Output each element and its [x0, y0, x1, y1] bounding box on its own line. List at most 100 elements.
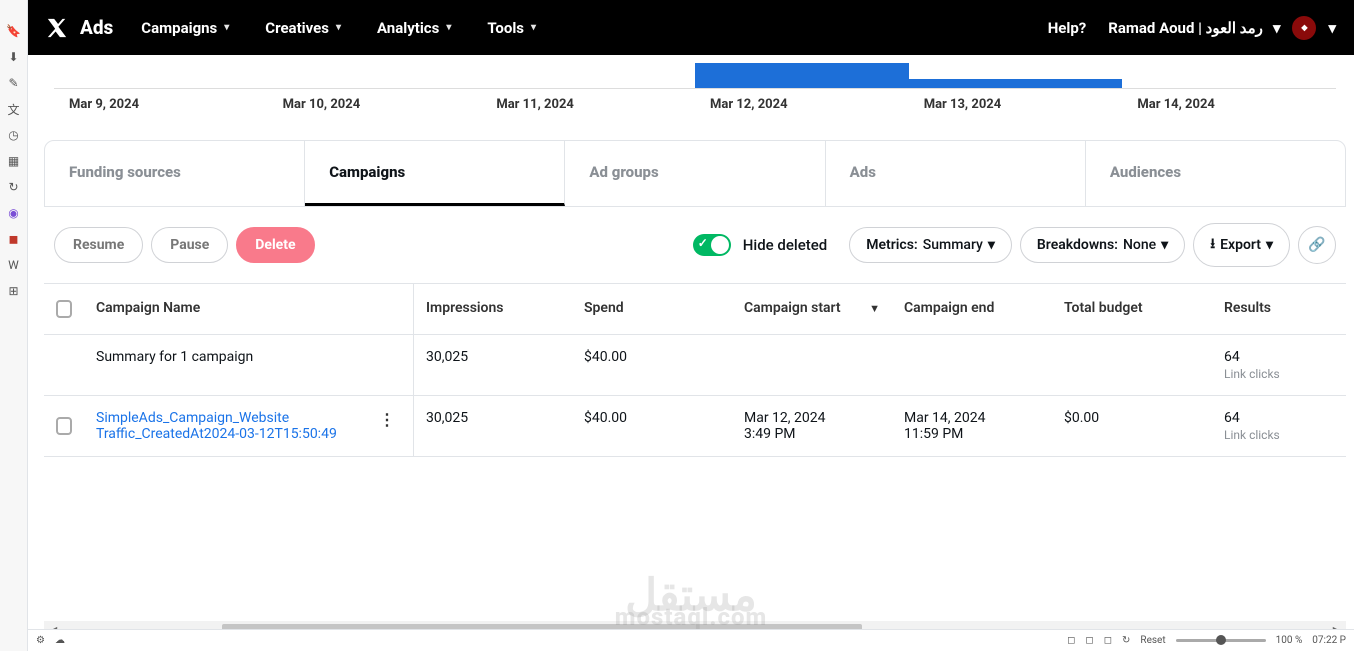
tab-ad-groups[interactable]: Ad groups [565, 141, 825, 206]
chevron-down-icon: ▾ [446, 22, 451, 33]
zoom-slider[interactable] [1176, 639, 1266, 642]
brand[interactable]: Ads [80, 16, 113, 39]
metrics-dropdown[interactable]: Metrics: Summary ▾ [849, 227, 1012, 263]
hide-deleted-toggle[interactable] [693, 234, 731, 256]
timeline-chart: Mar 9, 2024Mar 10, 2024Mar 11, 2024Mar 1… [44, 55, 1346, 112]
zoom-value: 100 % [1276, 635, 1303, 646]
row-impressions: 30,025 [414, 396, 572, 456]
chevron-down-icon: ▾ [988, 237, 995, 253]
avatar[interactable]: ◆ [1290, 14, 1318, 42]
clock-icon[interactable]: ◷ [7, 128, 21, 142]
reset-label[interactable]: Reset [1140, 635, 1165, 646]
download-icon: ⭳ [1210, 233, 1215, 257]
col-results[interactable]: Results [1212, 284, 1346, 334]
tab-audiences[interactable]: Audiences [1086, 141, 1345, 206]
status-icon[interactable]: ◻ [1067, 635, 1075, 646]
chevron-down-icon: ▾ [1328, 19, 1336, 37]
nav-tools[interactable]: Tools▾ [487, 19, 536, 37]
chevron-down-icon: ▾ [1161, 237, 1168, 253]
col-impressions[interactable]: Impressions [414, 284, 572, 334]
summary-label: Summary for 1 campaign [84, 335, 414, 395]
row-budget: $0.00 [1052, 396, 1212, 456]
col-budget[interactable]: Total budget [1052, 284, 1212, 334]
add-icon[interactable]: ⊞ [7, 284, 21, 298]
chart-date-label: Mar 13, 2024 [909, 97, 1123, 112]
wiki-icon[interactable]: W [7, 258, 21, 272]
chevron-down-icon: ▾ [531, 22, 536, 33]
status-icon[interactable]: ◻ [1085, 635, 1093, 646]
chevron-down-icon: ▾ [1266, 237, 1273, 253]
x-logo-icon[interactable] [46, 17, 68, 39]
chart-date-label: Mar 9, 2024 [54, 97, 268, 112]
pause-button[interactable]: Pause [151, 227, 228, 263]
select-all-checkbox[interactable] [56, 300, 72, 318]
sort-desc-icon: ▼ [869, 302, 880, 315]
cloud-icon[interactable]: ☁ [55, 635, 65, 646]
chart-date-label: Mar 14, 2024 [1122, 97, 1336, 112]
nav-creatives[interactable]: Creatives▾ [265, 19, 341, 37]
refresh-icon[interactable]: ↻ [1122, 635, 1130, 646]
nav-campaigns[interactable]: Campaigns▾ [141, 19, 229, 37]
nav-analytics[interactable]: Analytics▾ [377, 19, 451, 37]
summary-impressions: 30,025 [414, 335, 572, 395]
horizontal-scrollbar[interactable]: ◀ ▶ [44, 621, 1346, 629]
link-icon: 🔗 [1308, 237, 1325, 253]
section-tabs: Funding sourcesCampaignsAd groupsAdsAudi… [44, 140, 1346, 207]
summary-spend: $40.00 [572, 335, 732, 395]
scroll-left-icon[interactable]: ◀ [44, 624, 62, 630]
download-icon[interactable]: ⬇ [7, 50, 21, 64]
col-end[interactable]: Campaign end [892, 284, 1052, 334]
col-name[interactable]: Campaign Name [84, 284, 414, 334]
col-spend[interactable]: Spend [572, 284, 732, 334]
tab-campaigns[interactable]: Campaigns [305, 141, 565, 206]
campaign-link[interactable]: SimpleAds_Campaign_Website Traffic_Creat… [96, 410, 366, 442]
help-link[interactable]: Help? [1048, 19, 1087, 37]
edit-icon[interactable]: ✎ [7, 76, 21, 90]
chart-date-label: Mar 12, 2024 [695, 97, 909, 112]
row-more-icon[interactable]: ⋮ [373, 410, 401, 429]
scroll-thumb[interactable] [222, 624, 862, 629]
summary-results-sub: Link clicks [1224, 367, 1334, 381]
row-end-time: 11:59 PM [904, 426, 1040, 442]
account-menu[interactable]: Ramad Aoud | رمد العود ▾ ◆ ▾ [1108, 14, 1336, 42]
chart-date-label: Mar 10, 2024 [268, 97, 482, 112]
scroll-right-icon[interactable]: ▶ [1328, 624, 1346, 630]
refresh-icon[interactable]: ↻ [7, 180, 21, 194]
hide-deleted-label: Hide deleted [743, 236, 828, 254]
row-results: 64 [1224, 410, 1334, 426]
table-header: Campaign Name Impressions Spend Campaign… [44, 284, 1346, 335]
settings-icon[interactable]: ⚙ [36, 635, 45, 646]
tab-ads[interactable]: Ads [826, 141, 1086, 206]
row-results-sub: Link clicks [1224, 428, 1334, 442]
summary-results: 64 [1224, 349, 1334, 365]
table-row: SimpleAds_Campaign_Website Traffic_Creat… [44, 396, 1346, 457]
chevron-down-icon: ▾ [1273, 19, 1281, 37]
clock-value: 07:22 P [1312, 635, 1346, 646]
breakdowns-dropdown[interactable]: Breakdowns: None ▾ [1020, 227, 1185, 263]
row-start-time: 3:49 PM [744, 426, 880, 442]
row-checkbox[interactable] [56, 417, 72, 435]
campaigns-table: Campaign Name Impressions Spend Campaign… [44, 283, 1346, 457]
shapes-icon[interactable]: ▦ [7, 154, 21, 168]
col-start[interactable]: Campaign start▼ [732, 284, 892, 334]
chart-date-label: Mar 11, 2024 [481, 97, 695, 112]
red-icon[interactable]: ◼ [7, 232, 21, 246]
status-icon[interactable]: ◻ [1104, 635, 1112, 646]
table-toolbar: Resume Pause Delete Hide deleted Metrics… [44, 207, 1346, 283]
purple-icon[interactable]: ◉ [7, 206, 21, 220]
resume-button[interactable]: Resume [54, 227, 143, 263]
row-start-date: Mar 12, 2024 [744, 410, 880, 426]
browser-sidebar: 🔖 ⬇ ✎ 文 ◷ ▦ ↻ ◉ ◼ W ⊞ [0, 0, 28, 651]
chevron-down-icon: ▾ [224, 22, 229, 33]
bookmark-icon[interactable]: 🔖 [7, 24, 21, 38]
row-end-date: Mar 14, 2024 [904, 410, 1040, 426]
delete-button[interactable]: Delete [236, 227, 314, 263]
share-link-button[interactable]: 🔗 [1298, 226, 1336, 264]
translate-icon[interactable]: 文 [7, 102, 21, 116]
row-spend: $40.00 [572, 396, 732, 456]
chevron-down-icon: ▾ [336, 22, 341, 33]
export-button[interactable]: ⭳ Export ▾ [1193, 223, 1290, 267]
tab-funding-sources[interactable]: Funding sources [45, 141, 305, 206]
status-bar: ⚙ ☁ ◻ ◻ ◻ ↻ Reset 100 % 07:22 P [28, 629, 1354, 651]
top-nav: Ads Campaigns▾ Creatives▾ Analytics▾ Too… [28, 0, 1354, 55]
